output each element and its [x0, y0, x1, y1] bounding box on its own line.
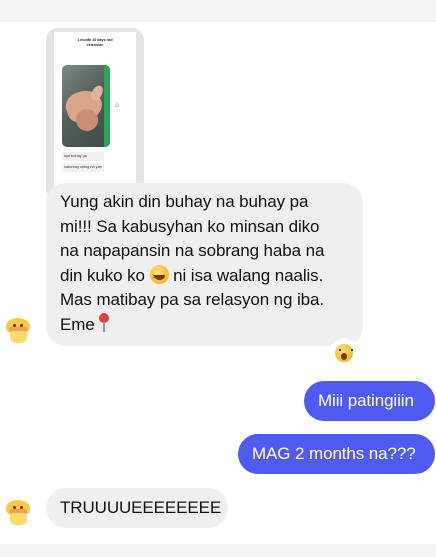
screenshot-caption: 1 month 10 days nail extension [54, 38, 136, 47]
message-line: Yung akin din buhay na buhay pa [60, 192, 309, 211]
pushpin-emoji-icon [98, 312, 110, 333]
message-bubble-outgoing[interactable]: MAG 2 months na??? [238, 434, 435, 474]
photo-reaction-icon: ☺ [114, 103, 121, 109]
screenshot-preview: 1 month 10 days nail extension ☺ aye buh… [54, 32, 136, 196]
top-bar [0, 0, 436, 22]
screenshot-caption-line2: extension [86, 42, 104, 47]
message-fragment: ni isa walang naalis. [173, 265, 324, 285]
screenshot-messages: aye buhay pa natuntag untog na yan [62, 152, 104, 174]
screenshot-message: natuntag untog na yan [62, 163, 104, 172]
bottom-bar [0, 544, 436, 557]
message-fragment: din kuko ko [60, 265, 145, 285]
message-text: TRUUUUEEEEEEEE [60, 498, 222, 517]
laughing-squint-emoji-icon [149, 264, 169, 290]
message-reaction[interactable] [331, 340, 357, 366]
screenshot-message: aye buhay pa [62, 152, 104, 161]
message-bubble-incoming[interactable]: TRUUUUEEEEEEEE [46, 488, 228, 528]
sender-avatar[interactable] [5, 500, 31, 526]
message-line: na napapansin na sobrang haba na [60, 241, 325, 260]
message-bubble-incoming[interactable]: Yung akin din buhay na buhay pa mi!!! Sa… [46, 183, 363, 346]
message-line: mi!!! Sa kabusyhan ko minsan diko [60, 216, 320, 236]
message-line: din kuko ko ni isa walang naalis. [60, 264, 353, 290]
message-text: MAG 2 months na??? [252, 444, 416, 463]
surprised-face-icon [335, 344, 353, 362]
message-line: Mas matibay pa sa relasyon ng iba. [60, 290, 325, 309]
message-text: Miii patingiiin [318, 391, 414, 410]
nail-photo [62, 65, 110, 147]
shared-screenshot-attachment[interactable]: 1 month 10 days nail extension ☺ aye buh… [46, 28, 144, 200]
sender-avatar[interactable] [5, 318, 31, 344]
message-bubble-outgoing[interactable]: Miii patingiiin [304, 381, 435, 421]
message-fragment: Eme [60, 314, 95, 334]
message-line: Eme [60, 312, 353, 338]
